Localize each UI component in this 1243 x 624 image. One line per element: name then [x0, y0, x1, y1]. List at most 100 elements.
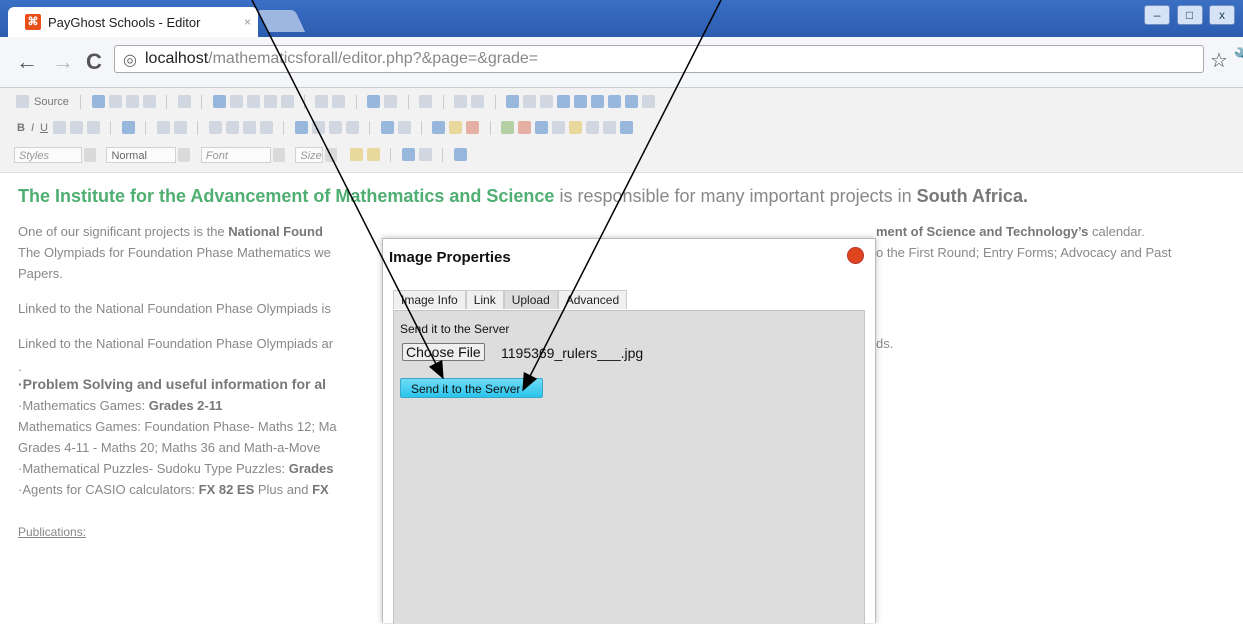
page-break-icon[interactable] [603, 121, 617, 134]
anchor-icon[interactable] [466, 121, 480, 134]
strike-icon[interactable] [52, 121, 66, 134]
underline-icon[interactable]: U [40, 122, 48, 134]
bookmark-star-icon[interactable]: ☆ [1210, 48, 1228, 73]
smiley-icon[interactable] [569, 121, 583, 134]
maximize-button[interactable]: □ [1176, 5, 1203, 25]
iframe-icon[interactable] [620, 121, 634, 134]
remove-format-icon[interactable] [121, 121, 135, 134]
para1-text-a: One of our significant projects is the [18, 224, 229, 239]
rtl-icon[interactable] [397, 121, 411, 134]
find-icon[interactable] [367, 95, 381, 108]
outdent-icon[interactable] [208, 121, 222, 134]
numbered-list-icon[interactable] [156, 121, 170, 134]
toolbar-row-1: Source [14, 91, 657, 113]
font-combo[interactable]: Font [200, 146, 271, 163]
print-icon[interactable] [142, 95, 156, 108]
flash-icon[interactable] [518, 121, 532, 134]
dialog-tabs: Image Info Link Upload Advanced [393, 290, 628, 309]
table-icon[interactable] [535, 121, 549, 134]
para1-line2-right: o the First Round; Entry Forms; Advocacy… [876, 245, 1172, 260]
show-blocks-icon[interactable] [418, 148, 432, 161]
paste-icon[interactable] [246, 95, 260, 108]
para1-text-b: National Found [228, 224, 323, 239]
tab-close-icon[interactable]: × [244, 15, 251, 29]
text-color-icon[interactable] [349, 148, 363, 161]
link-icon[interactable] [432, 121, 446, 134]
cut-icon[interactable] [212, 95, 226, 108]
styles-combo[interactable]: Styles [14, 146, 82, 163]
align-center-icon[interactable] [311, 121, 325, 134]
image-icon[interactable] [501, 121, 515, 134]
chevron-down-icon[interactable] [272, 147, 285, 162]
paste-word-icon[interactable] [280, 95, 294, 108]
reload-icon[interactable]: C [86, 49, 102, 75]
undo-icon[interactable] [315, 95, 329, 108]
select-field-icon[interactable] [591, 95, 605, 108]
align-right-icon[interactable] [328, 121, 342, 134]
bold-icon[interactable]: B [17, 122, 25, 134]
wrench-menu-icon[interactable]: 🔧 [1233, 46, 1243, 71]
send-to-server-button[interactable]: Send it to the Server [400, 378, 543, 398]
radio-icon[interactable] [540, 95, 554, 108]
special-char-icon[interactable] [586, 121, 600, 134]
about-icon[interactable] [453, 148, 467, 161]
preview-icon[interactable] [125, 95, 139, 108]
horizontal-rule-icon[interactable] [552, 121, 566, 134]
tab-image-info[interactable]: Image Info [393, 290, 466, 309]
hidden-field-icon[interactable] [642, 95, 656, 108]
select-all-icon[interactable] [419, 95, 433, 108]
bg-color-icon[interactable] [366, 148, 380, 161]
page-info-icon[interactable]: ◎ [123, 50, 137, 70]
paste-text-icon[interactable] [263, 95, 277, 108]
size-combo[interactable]: Size [295, 146, 324, 163]
browser-titlebar: ⌘ PayGhost Schools - Editor × – □ x [0, 0, 1243, 37]
chevron-down-icon[interactable] [84, 147, 96, 162]
unlink-icon[interactable] [449, 121, 463, 134]
save-icon[interactable] [91, 95, 105, 108]
address-bar[interactable]: ◎ localhost/mathematicsforall/editor.php… [114, 45, 1204, 73]
chevron-down-icon[interactable] [325, 147, 338, 162]
image-button-icon[interactable] [625, 95, 639, 108]
tab-title: PayGhost Schools - Editor [48, 15, 201, 30]
new-page-icon[interactable] [108, 95, 122, 108]
indent-icon[interactable] [225, 121, 239, 134]
scayt-icon[interactable] [471, 95, 485, 108]
button-icon[interactable] [608, 95, 622, 108]
source-icon[interactable] [16, 95, 29, 108]
superscript-icon[interactable] [86, 121, 100, 134]
minimize-button[interactable]: – [1144, 5, 1171, 25]
blockquote-icon[interactable] [242, 121, 256, 134]
maximize-icon[interactable] [401, 148, 415, 161]
browser-tab[interactable]: ⌘ PayGhost Schools - Editor × [8, 7, 258, 37]
tab-advanced[interactable]: Advanced [557, 290, 628, 309]
publications-link[interactable]: Publications: [18, 525, 86, 539]
toolbar-row-2: BIU [14, 117, 635, 139]
format-combo[interactable]: Normal [106, 146, 177, 163]
ltr-icon[interactable] [380, 121, 394, 134]
back-arrow-icon[interactable]: ← [16, 49, 38, 75]
form-icon[interactable] [506, 95, 520, 108]
justify-icon[interactable] [345, 121, 359, 134]
textfield-icon[interactable] [557, 95, 571, 108]
choose-file-button[interactable]: Choose File [402, 343, 485, 361]
new-tab-button[interactable] [256, 10, 306, 32]
close-window-button[interactable]: x [1209, 5, 1235, 25]
chevron-down-icon[interactable] [178, 147, 191, 162]
italic-icon[interactable]: I [31, 122, 34, 134]
source-button[interactable]: Source [34, 96, 69, 108]
copy-icon[interactable] [229, 95, 243, 108]
replace-icon[interactable] [384, 95, 398, 108]
spellcheck-icon[interactable] [454, 95, 468, 108]
tab-link[interactable]: Link [465, 290, 504, 309]
redo-icon[interactable] [332, 95, 346, 108]
tab-upload[interactable]: Upload [503, 290, 558, 309]
textarea-icon[interactable] [574, 95, 588, 108]
dialog-close-icon[interactable] [847, 247, 864, 264]
align-left-icon[interactable] [294, 121, 308, 134]
div-icon[interactable] [259, 121, 273, 134]
checkbox-icon[interactable] [523, 95, 537, 108]
templates-icon[interactable] [177, 95, 191, 108]
bulleted-list-icon[interactable] [173, 121, 187, 134]
forward-arrow-icon[interactable]: → [52, 49, 74, 75]
subscript-icon[interactable] [69, 121, 83, 134]
